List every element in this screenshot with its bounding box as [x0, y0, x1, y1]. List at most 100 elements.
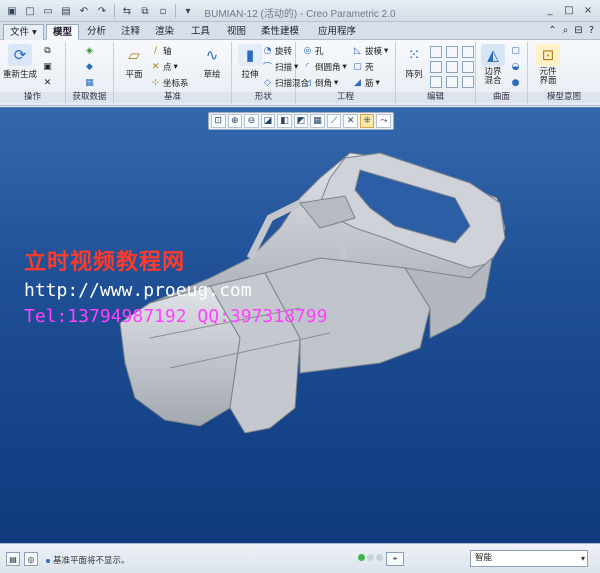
tab-view[interactable]: 视图	[221, 24, 252, 40]
intersect-icon[interactable]	[462, 61, 474, 73]
user-defined-feature-button[interactable]: ◈	[84, 44, 95, 57]
sweep-icon: ⌒	[262, 63, 272, 73]
merge-icon[interactable]	[462, 46, 474, 58]
selection-filter[interactable]: 智能 ▾	[470, 550, 588, 567]
tab-annotate[interactable]: 注释	[115, 24, 146, 40]
group-datum: ▱ 平面 / 轴 ✕ 点 ▾ ⊹ 坐标系 ∿ 草绘 基准	[114, 42, 232, 104]
thicken-icon[interactable]	[446, 76, 458, 88]
paste-button[interactable]: ▣	[42, 60, 53, 73]
point-icon: ✕	[151, 61, 160, 72]
maximize-button[interactable]: □	[561, 3, 577, 18]
freestyle-button[interactable]: ●	[510, 76, 521, 89]
search-icon[interactable]: ⌕	[563, 25, 569, 36]
copy-button[interactable]: ⧉	[42, 44, 53, 57]
axis-icon: /	[153, 45, 158, 56]
group-label: 工程	[296, 92, 395, 103]
refit-icon[interactable]: ⊡	[211, 114, 226, 128]
delete-button[interactable]: ✕	[42, 76, 53, 89]
extend-icon[interactable]	[446, 46, 458, 58]
boundary-blend-button[interactable]: ◭ 边界 混合	[476, 44, 510, 86]
shell-icon: ▢	[353, 61, 362, 72]
status-message: 基准平面将不显示。	[46, 554, 130, 566]
datum-display-icon[interactable]: ⟋	[326, 114, 342, 128]
plane-icon: ▱	[128, 46, 140, 64]
status-light-icon	[358, 554, 365, 561]
component-interface-button[interactable]: ⊡ 元件 界面	[530, 44, 566, 86]
display-style-icon[interactable]: ◧	[277, 114, 292, 128]
offset-icon[interactable]	[446, 61, 458, 73]
rib-button[interactable]: ◢ 筋 ▾	[352, 76, 380, 89]
help-icon[interactable]: ?	[589, 25, 594, 36]
fill-button[interactable]: ▢	[510, 44, 521, 57]
graphics-toolbar: ⊡ ⊕ ⊖ ◪ ◧ ◩ ▦ ⟋ ✕ ⁜ ⤳	[208, 112, 394, 130]
watermark-title: 立时视频教程网	[24, 249, 186, 275]
group-shapes: ▮ 拉伸 ◔ 旋转 ⌒ 扫描 ▾ ◇ 扫描混合 形状	[232, 42, 309, 104]
plane-button[interactable]: ▱ 平面	[116, 44, 152, 80]
copy-geometry-button[interactable]: ◆	[84, 60, 95, 73]
solidify-icon[interactable]	[462, 76, 474, 88]
geometry-icon: ◆	[86, 61, 93, 72]
round-button[interactable]: ◜ 倒圆角 ▾	[302, 60, 347, 73]
axis-button[interactable]: / 轴	[150, 44, 172, 57]
ribbon-tabs: 文件 ▾ 模型 分析 注释 渲染 工具 视图 柔性建模 应用程序 ⌃ ⌕ ⊟ ?	[0, 22, 600, 40]
project-icon[interactable]	[430, 76, 442, 88]
saved-orientations-icon[interactable]: ◩	[293, 114, 309, 128]
tab-render[interactable]: 渲染	[149, 24, 180, 40]
shell-button[interactable]: ▢ 壳	[352, 60, 373, 73]
title-bar: ▣ □ ▭ ▤ ↶ ↷ ⇆ ⧉ ▫ ▾ BUMIAN-12 (活动的) - Cr…	[0, 0, 600, 22]
chamfer-button[interactable]: ◿ 倒角 ▾	[302, 76, 338, 89]
pattern-button[interactable]: ⁙ 阵列	[396, 44, 432, 80]
zoom-in-icon[interactable]: ⊕	[227, 114, 243, 128]
csys-display-icon[interactable]: ✕	[343, 114, 358, 128]
trim-icon[interactable]	[430, 61, 442, 73]
regenerate-button[interactable]: ⟳ 重新生成	[2, 44, 38, 80]
point-button[interactable]: ✕ 点 ▾	[150, 60, 178, 73]
close-button[interactable]: ×	[580, 3, 596, 18]
status-light-icon	[367, 554, 374, 561]
paste-icon: ▣	[43, 61, 52, 72]
fill-icon: ▢	[511, 45, 520, 56]
spin-center-icon[interactable]: ⁜	[359, 114, 375, 128]
show-browser-icon[interactable]: ◎	[24, 552, 38, 566]
window-list-icon[interactable]: ⊟	[574, 25, 582, 36]
shrinkwrap-button[interactable]: ▦	[84, 76, 95, 89]
tab-flexible-modeling[interactable]: 柔性建模	[255, 24, 305, 40]
chevron-down-icon: ▾	[580, 554, 585, 563]
tab-file[interactable]: 文件 ▾	[3, 24, 44, 40]
draft-icon: ◺	[354, 45, 361, 56]
watermark-url: http://www.proeug.com	[24, 280, 252, 301]
udf-icon: ◈	[86, 45, 93, 56]
csys-button[interactable]: ⊹ 坐标系	[150, 76, 189, 89]
status-bar: ▤ ◎ 基准平面将不显示。 ⌖ 智能 ▾	[0, 543, 600, 573]
repaint-icon[interactable]: ◪	[260, 114, 276, 128]
message-bullet-icon	[46, 558, 50, 563]
tab-model[interactable]: 模型	[46, 24, 80, 40]
chamfer-icon: ◿	[304, 77, 311, 88]
tab-applications[interactable]: 应用程序	[312, 24, 362, 40]
annotation-display-icon[interactable]: ⤳	[376, 114, 392, 128]
sweep-button[interactable]: ⌒ 扫描 ▾	[262, 60, 298, 74]
minimize-ribbon-icon[interactable]: ⌃	[548, 25, 556, 36]
revolve-button[interactable]: ◔ 旋转	[262, 44, 292, 57]
mirror-icon[interactable]	[430, 46, 442, 58]
hole-button[interactable]: ◎ 孔	[302, 44, 324, 57]
group-label: 编辑	[396, 92, 475, 103]
draft-button[interactable]: ◺ 拔模 ▾	[352, 44, 388, 57]
group-get-data: ◈ ◆ ▦ 获取数据	[66, 42, 114, 104]
style-button[interactable]: ◒	[510, 60, 521, 73]
group-label: 基准	[114, 92, 231, 103]
swept-blend-icon: ◇	[264, 77, 271, 88]
revolve-icon: ◔	[263, 45, 272, 56]
find-icon[interactable]: ⌖	[386, 552, 404, 566]
tab-analysis[interactable]: 分析	[81, 24, 112, 40]
sketch-button[interactable]: ∿ 草绘	[194, 44, 230, 80]
zoom-out-icon[interactable]: ⊖	[244, 114, 259, 128]
group-editing: ⁙ 阵列 编辑	[396, 42, 476, 104]
help-controls: ⌃ ⌕ ⊟ ?	[548, 25, 594, 36]
group-label: 曲面	[476, 92, 527, 103]
minimize-button[interactable]: _	[542, 3, 558, 18]
group-label: 模型意图	[528, 92, 600, 103]
show-navigator-icon[interactable]: ▤	[6, 552, 20, 566]
view-manager-icon[interactable]: ▦	[310, 114, 325, 128]
tab-tools[interactable]: 工具	[185, 24, 216, 40]
